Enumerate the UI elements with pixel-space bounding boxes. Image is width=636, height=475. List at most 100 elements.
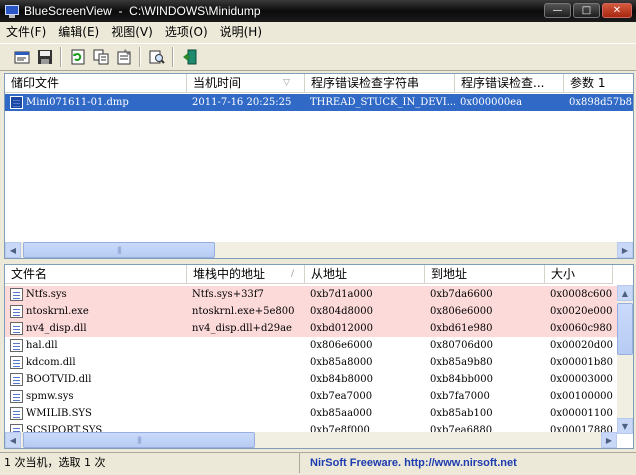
scroll-left-icon[interactable]: ◀ bbox=[5, 432, 21, 448]
close-button[interactable]: ✕ bbox=[602, 3, 632, 18]
col-to-address[interactable]: 到地址 bbox=[425, 265, 545, 284]
app-icon bbox=[4, 3, 20, 19]
col-bug-check-code[interactable]: 程序错误检查... bbox=[455, 74, 564, 93]
to-address-cell: 0xb7fa7000 bbox=[430, 391, 490, 402]
title-bar: BlueScreenView - C:\WINDOWS\Minidump — □… bbox=[0, 0, 636, 22]
menu-help[interactable]: 说明(H) bbox=[214, 22, 268, 42]
driver-filename-cell: hal.dll bbox=[5, 337, 187, 354]
driver-list-vscrollbar[interactable]: ▲ ▼ bbox=[617, 285, 633, 434]
scroll-track[interactable] bbox=[617, 301, 633, 418]
dump-list-rows: Mini071611-01.dmp 2011-7-16 20:25:25 THR… bbox=[5, 94, 633, 111]
save-icon bbox=[37, 50, 52, 64]
scroll-up-icon[interactable]: ▲ bbox=[617, 285, 633, 301]
driver-row[interactable]: spmw.sys 0xb7ea7000 0xb7fa7000 0x00100000 bbox=[5, 388, 619, 405]
scroll-right-icon[interactable]: ▶ bbox=[601, 432, 617, 448]
open-button[interactable] bbox=[10, 46, 33, 68]
col-stack-address-label: 堆栈中的地址 bbox=[193, 267, 266, 281]
from-address-cell: 0xb7d1a000 bbox=[305, 286, 425, 303]
driver-filename-cell: ntoskrnl.exe bbox=[5, 303, 187, 320]
menu-edit[interactable]: 编辑(E) bbox=[52, 22, 105, 42]
col-filename[interactable]: 文件名 bbox=[5, 265, 187, 284]
stack-address-cell: ntoskrnl.exe+5e800 bbox=[187, 303, 305, 320]
driver-row[interactable]: hal.dll 0x806e6000 0x80706d00 0x00020d00 bbox=[5, 337, 619, 354]
sort-arrow-icon: / bbox=[290, 269, 294, 279]
dump-list-hscrollbar[interactable]: ◀ ||| ▶ bbox=[5, 242, 633, 258]
driver-row[interactable]: BOOTVID.dll 0xb84b8000 0xb84bb000 0x0000300… bbox=[5, 371, 619, 388]
driver-filename-cell: spmw.sys bbox=[5, 388, 187, 405]
driver-file-icon bbox=[10, 339, 23, 352]
refresh-button[interactable] bbox=[66, 46, 89, 68]
col-stack-address[interactable]: 堆栈中的地址 / bbox=[187, 265, 305, 284]
save-button[interactable] bbox=[33, 46, 56, 68]
maximize-button[interactable]: □ bbox=[573, 3, 600, 18]
to-address-cell: 0x806e6000 bbox=[425, 303, 545, 320]
scroll-down-icon[interactable]: ▼ bbox=[617, 418, 633, 434]
driver-file-icon bbox=[10, 356, 23, 369]
driver-file-icon bbox=[10, 305, 23, 318]
dump-file-cell: Mini071611-01.dmp bbox=[5, 94, 187, 111]
exit-button[interactable] bbox=[178, 46, 201, 68]
menu-options[interactable]: 选项(O) bbox=[159, 22, 214, 42]
col-parameter-1[interactable]: 参数 1 bbox=[564, 74, 633, 93]
driver-filename-cell: kdcom.dll bbox=[5, 354, 187, 371]
nirsoft-link[interactable]: NirSoft Freeware. http://www.nirsoft.net bbox=[300, 457, 517, 469]
from-address-cell: 0xb7ea7000 bbox=[310, 391, 373, 402]
dump-row[interactable]: Mini071611-01.dmp 2011-7-16 20:25:25 THR… bbox=[5, 94, 633, 111]
driver-filename: BOOTVID.dll bbox=[26, 374, 92, 385]
driver-file-icon bbox=[10, 390, 23, 403]
scroll-thumb[interactable] bbox=[617, 303, 633, 355]
stack-address-cell bbox=[187, 371, 305, 388]
stack-address-cell bbox=[187, 354, 305, 371]
driver-filename-cell: WMILIB.SYS bbox=[5, 405, 187, 422]
dump-file-icon bbox=[10, 96, 23, 109]
driver-row[interactable]: ntoskrnl.exe ntoskrnl.exe+5e800 0x804d8000… bbox=[5, 303, 619, 320]
size-cell: 0x00020d00 bbox=[550, 340, 613, 351]
driver-filename: nv4_disp.dll bbox=[26, 323, 87, 334]
col-dump-file[interactable]: 储印文件 bbox=[5, 74, 187, 93]
dump-list-header: 储印文件 当机时间 ▽ 程序错误检查字符串 程序错误检查... 参数 1 bbox=[5, 74, 633, 93]
scroll-track[interactable]: ||| bbox=[21, 432, 601, 448]
driver-row[interactable]: Ntfs.sys Ntfs.sys+33f7 0xb7d1a000 0xb7da660… bbox=[5, 286, 619, 303]
stack-address-cell bbox=[187, 337, 305, 354]
size-cell: 0x00100000 bbox=[550, 391, 613, 402]
properties-button[interactable] bbox=[112, 46, 135, 68]
minimize-button[interactable]: — bbox=[544, 3, 571, 18]
scroll-right-icon[interactable]: ▶ bbox=[617, 242, 633, 258]
size-cell: 0x0060c980 bbox=[545, 320, 619, 337]
col-from-address[interactable]: 从地址 bbox=[305, 265, 425, 284]
driver-filename: hal.dll bbox=[26, 340, 58, 351]
size-cell: 0x00001100 bbox=[550, 408, 613, 419]
find-button[interactable] bbox=[145, 46, 168, 68]
toolbar-separator bbox=[60, 47, 62, 67]
driver-list-hscrollbar[interactable]: ◀ ||| ▶ bbox=[5, 432, 617, 448]
toolbar-separator bbox=[139, 47, 141, 67]
properties-icon bbox=[117, 49, 130, 65]
driver-row[interactable]: nv4_disp.dll nv4_disp.dll+d29ae 0xbd012000… bbox=[5, 320, 619, 337]
param1-cell: 0x898d57b8 bbox=[569, 97, 632, 108]
to-address-cell: 0xb85a9b80 bbox=[430, 357, 493, 368]
col-crash-time[interactable]: 当机时间 ▽ bbox=[187, 74, 305, 93]
driver-file-icon bbox=[10, 373, 23, 386]
driver-row[interactable]: kdcom.dll 0xb85a8000 0xb85a9b80 0x00001b80 bbox=[5, 354, 619, 371]
scroll-thumb[interactable]: ||| bbox=[23, 432, 255, 448]
menu-file[interactable]: 文件(F) bbox=[0, 22, 52, 42]
scroll-left-icon[interactable]: ◀ bbox=[5, 242, 21, 258]
scroll-thumb[interactable]: ||| bbox=[23, 242, 215, 258]
scroll-track[interactable]: ||| bbox=[21, 242, 617, 258]
menu-view[interactable]: 视图(V) bbox=[105, 22, 159, 42]
driver-row[interactable]: WMILIB.SYS 0xb85aa000 0xb85ab100 0x00001100 bbox=[5, 405, 619, 422]
driver-filename: kdcom.dll bbox=[26, 357, 76, 368]
window-controls: — □ ✕ bbox=[544, 3, 632, 18]
col-size[interactable]: 大小 bbox=[545, 265, 613, 284]
driver-filename: WMILIB.SYS bbox=[26, 408, 92, 419]
driver-list-header: 文件名 堆栈中的地址 / 从地址 到地址 大小 bbox=[5, 265, 613, 284]
driver-file-icon bbox=[10, 322, 23, 335]
col-bug-check-string[interactable]: 程序错误检查字符串 bbox=[305, 74, 455, 93]
size-cell: 0x0008c600 bbox=[545, 286, 619, 303]
window-title: BlueScreenView - C:\WINDOWS\Minidump bbox=[24, 4, 261, 18]
copy-icon bbox=[93, 49, 108, 65]
stack-address-cell bbox=[187, 405, 305, 422]
from-address-cell: 0xbd012000 bbox=[305, 320, 425, 337]
size-cell: 0x0020e000 bbox=[545, 303, 619, 320]
copy-button[interactable] bbox=[89, 46, 112, 68]
